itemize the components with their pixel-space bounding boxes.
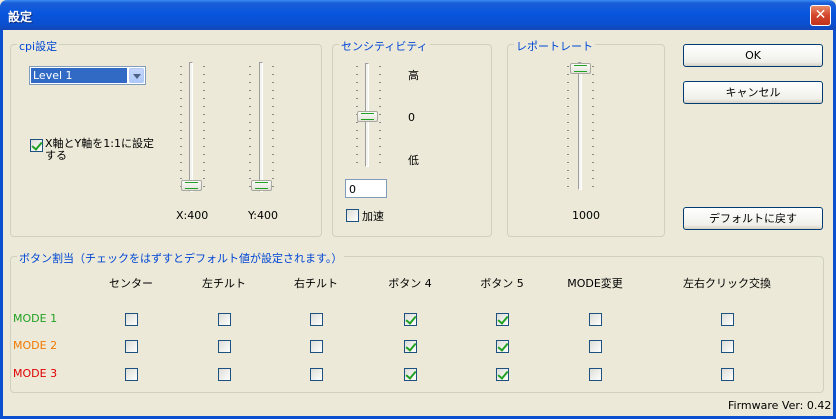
cpi-group-title: cpi設定 xyxy=(17,38,60,54)
column-header: ボタン 5 xyxy=(480,277,524,290)
x-slider-track[interactable] xyxy=(189,62,193,192)
acceleration-label: 加速 xyxy=(362,210,384,223)
y-slider-track[interactable] xyxy=(259,62,263,192)
sensitivity-zero-label: 0 xyxy=(408,111,415,124)
button-assign-group-title: ボタン割当（チェックをはずすとデフォルト値が設定されます。） xyxy=(17,250,345,266)
assign-checkbox[interactable] xyxy=(125,340,138,353)
report-rate-group-title: レポートレート xyxy=(514,38,595,54)
level-select-value: Level 1 xyxy=(31,68,127,83)
y-value-label: Y:400 xyxy=(248,209,278,222)
x-slider-thumb[interactable] xyxy=(181,180,202,191)
y-slider-thumb[interactable] xyxy=(251,180,272,191)
x-slider-ticks-left xyxy=(180,66,182,192)
report-rate-slider-thumb[interactable] xyxy=(570,63,591,74)
assign-checkbox[interactable] xyxy=(496,368,509,381)
column-header: 左チルト xyxy=(202,277,246,290)
assign-checkbox[interactable] xyxy=(496,340,509,353)
assign-checkbox[interactable] xyxy=(404,340,417,353)
mode-row-label: MODE 1 xyxy=(13,312,58,325)
sensitivity-slider-thumb[interactable] xyxy=(357,111,378,122)
link-axes-checkbox[interactable] xyxy=(30,139,43,152)
acceleration-checkbox[interactable] xyxy=(346,209,359,222)
assign-checkbox[interactable] xyxy=(218,368,231,381)
chevron-down-icon[interactable] xyxy=(129,68,144,83)
level-select[interactable]: Level 1 xyxy=(29,66,146,85)
sensitivity-ticks-right xyxy=(379,66,381,168)
sensitivity-high-label: 高 xyxy=(408,69,419,82)
assign-checkbox[interactable] xyxy=(404,368,417,381)
assign-checkbox[interactable] xyxy=(310,368,323,381)
window-title: 設定 xyxy=(8,10,33,24)
reset-default-button[interactable]: デフォルトに戻す xyxy=(683,207,823,230)
assign-checkbox[interactable] xyxy=(589,368,602,381)
assign-checkbox[interactable] xyxy=(125,313,138,326)
assign-checkbox[interactable] xyxy=(404,313,417,326)
title-bar: 設定 ✕ xyxy=(0,0,836,30)
assign-checkbox[interactable] xyxy=(310,340,323,353)
assign-checkbox[interactable] xyxy=(310,313,323,326)
assign-checkbox[interactable] xyxy=(218,313,231,326)
cancel-button[interactable]: キャンセル xyxy=(683,81,823,104)
y-slider-ticks-left xyxy=(249,66,251,192)
x-value-label: X:400 xyxy=(176,209,209,222)
column-header: 左右クリック交換 xyxy=(683,277,771,290)
sensitivity-value-input[interactable]: 0 xyxy=(345,179,387,198)
assign-checkbox[interactable] xyxy=(218,340,231,353)
y-slider-ticks-right xyxy=(272,66,274,192)
report-ticks-left xyxy=(567,66,569,190)
assign-checkbox[interactable] xyxy=(589,313,602,326)
sensitivity-group-title: センシティビティ xyxy=(339,38,430,54)
assign-checkbox[interactable] xyxy=(589,340,602,353)
column-header: 右チルト xyxy=(294,277,338,290)
column-header: センター xyxy=(109,277,153,290)
sensitivity-low-label: 低 xyxy=(408,154,419,167)
mode-row-label: MODE 3 xyxy=(13,367,58,380)
close-icon: ✕ xyxy=(814,7,827,23)
firmware-version: Firmware Ver: 0.42 xyxy=(728,399,832,412)
report-rate-slider-track[interactable] xyxy=(578,62,582,190)
column-header: MODE変更 xyxy=(567,277,623,290)
x-slider-ticks-right xyxy=(203,66,205,192)
assign-checkbox[interactable] xyxy=(496,313,509,326)
mode-row-label: MODE 2 xyxy=(13,339,58,352)
assign-checkbox[interactable] xyxy=(721,340,734,353)
assign-checkbox[interactable] xyxy=(125,368,138,381)
column-header: ボタン 4 xyxy=(388,277,432,290)
report-ticks-right xyxy=(592,66,594,190)
link-axes-label: X軸とY軸を1:1に設定する xyxy=(45,137,154,162)
report-rate-value-label: 1000 xyxy=(572,209,600,222)
assign-checkbox[interactable] xyxy=(721,368,734,381)
close-button[interactable]: ✕ xyxy=(810,5,831,26)
assign-checkbox[interactable] xyxy=(721,313,734,326)
ok-button[interactable]: OK xyxy=(683,44,823,67)
